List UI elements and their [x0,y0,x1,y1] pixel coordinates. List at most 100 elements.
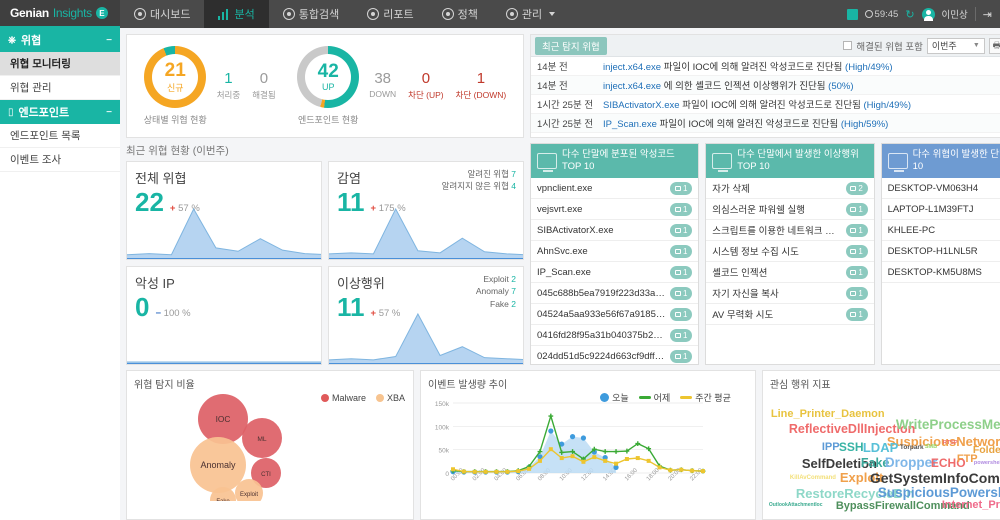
data-point[interactable] [483,469,488,474]
word-cloud-term[interactable]: Torpark [900,444,924,452]
word-cloud-term[interactable]: Internet_Printing_Protocol [942,500,1000,511]
nav-item-dashboard[interactable]: 대시보드 [120,0,204,28]
data-point[interactable] [668,468,673,473]
data-point[interactable] [679,467,684,472]
sidebar-item-threat-management[interactable]: 위협 관리 [0,76,120,100]
nav-item-admin[interactable]: 관리 [492,0,569,28]
list-item[interactable]: 시스템 정보 수집 시도 1 [706,241,874,262]
list-item[interactable]: AV 무력화 시도 1 [706,304,874,325]
collapse-icon[interactable]: − [106,107,112,118]
data-point[interactable] [548,447,553,452]
word-cloud-term[interactable]: SMB [925,444,937,451]
data-point[interactable] [527,466,532,471]
sidebar-item-event-investigation[interactable]: 이벤트 조사 [0,148,120,172]
word-cloud-term[interactable]: KillAvCommand [790,475,836,481]
app-logo[interactable]: Genian Insights E [0,0,120,28]
endpoint-status-donut[interactable]: 42 UP 엔드포인트 현황 [297,46,360,126]
data-point[interactable] [505,469,510,474]
table-row[interactable]: 14분 전 inject.x64.exe 에 의한 셸코드 인젝션 이상행위가 진… [531,76,1000,95]
sidebar-item-threat-monitoring[interactable]: 위협 모니터링 [0,52,120,76]
list-item[interactable]: vpnclient.exe 1 [531,178,699,199]
data-point[interactable] [657,465,662,470]
stat-down[interactable]: 38 DOWN [369,71,396,99]
table-row[interactable]: 15시간 54분 전tsojan.trickbot.exe 파일이 CTI에 의… [531,133,1000,137]
logout-icon[interactable]: ⇥ [983,8,992,21]
sidebar-item-endpoint-list[interactable]: 엔드포인트 목록 [0,124,120,148]
data-point[interactable] [570,454,575,459]
table-row[interactable]: 1시간 25분 전 IP_Scan.exe 파일이 IOC에 의해 알려진 악성코… [531,114,1000,133]
nav-item-analysis[interactable]: 분석 [204,0,269,28]
word-cloud-term[interactable]: SuspiciousPowershellCommand [878,486,1000,500]
tab-recent-threats[interactable]: 최근 탐지 위협 [535,36,607,55]
list-item[interactable]: 04524a5aa933e56f67a9185d82f616... 1 [531,304,699,325]
data-point[interactable] [548,428,554,434]
include-resolved-checkbox[interactable] [843,41,853,50]
list-item[interactable]: SIBActivatorX.exe 1 [531,220,699,241]
stat-in-progress[interactable]: 1 처리중 [217,71,240,101]
bubble-chart[interactable]: IOC ML CTI Anomaly Exploit Fake [131,389,405,501]
list-item[interactable]: LAPTOP-L1M39FTJ 8 [881,199,1000,220]
data-point[interactable] [461,469,466,474]
sidebar-group-endpoint[interactable]: ▯ 엔드포인트 − [0,100,120,124]
nav-item-policy[interactable]: 정책 [428,0,492,28]
list-item[interactable]: AhnSvc.exe 1 [531,241,699,262]
word-cloud-term[interactable]: powershell [974,460,1000,467]
stat-blocked-down[interactable]: 1 차단 (DOWN) [456,71,507,101]
data-point[interactable] [548,413,554,419]
list-item[interactable]: 0416fd28f95a31b040375b2e8f3065... 1 [531,325,699,346]
word-cloud-term[interactable]: Line_Printer_Daemon [771,409,885,420]
list-item[interactable]: 024dd51d5c9224d663cf9dff8a8e37... 1 [531,346,698,364]
list-item[interactable]: 스크립트를 이용한 네트워크 접속 1 [706,220,874,241]
data-point[interactable] [494,469,499,474]
data-point[interactable] [701,469,705,474]
print-icon[interactable]: 🖶 [988,37,1000,54]
word-cloud-term[interactable]: RTSP [943,440,958,447]
nav-item-search[interactable]: 통합검색 [269,0,353,28]
nav-item-report[interactable]: 리포트 [353,0,427,28]
data-point[interactable] [516,469,521,474]
word-cloud-term[interactable]: IPP [822,442,840,453]
list-item[interactable]: DESKTOP-H1LNL5R 3 [881,241,1000,262]
data-point[interactable] [690,468,695,473]
list-item[interactable]: 자기 자신을 복사 1 [706,283,874,304]
avatar[interactable] [921,7,935,21]
list-item[interactable]: DESKTOP-KM5U8MS 1 [881,262,1000,283]
word-cloud-term[interactable]: WriteProcessMemory [896,418,1000,432]
data-point[interactable] [646,458,651,463]
collapse-icon[interactable]: − [106,35,112,46]
refresh-icon[interactable]: ↻ [905,8,914,21]
table-row[interactable]: 1시간 25분 전 SIBActivatorX.exe 파일이 IOC에 의해 알… [531,95,1000,114]
data-point[interactable] [537,458,542,463]
anomaly-card[interactable]: 이상행위 11 + 57 % Exploit 2 Anomaly 7 Fake 2 [328,266,524,365]
data-point[interactable] [451,467,455,472]
period-select[interactable]: 이번주 ▼ [926,37,985,54]
data-point[interactable] [635,456,640,461]
table-row[interactable]: 14분 전 inject.x64.exe 파일이 IOC에 의해 알려진 악성코드… [531,57,1000,76]
data-point[interactable] [569,434,576,440]
list-item[interactable]: 045c688b5ea7919f223d33a56e16e4... 1 [531,283,699,304]
data-point[interactable] [559,456,564,461]
data-point[interactable] [592,455,597,460]
word-cloud-term[interactable]: GetSystemInfoCommand [870,471,1000,485]
word-cloud-term[interactable]: OutlookAttachmentIoc [769,503,823,508]
list-item[interactable]: 셸코드 인젝션 1 [706,262,874,283]
stat-blocked-up[interactable]: 0 차단 (UP) [408,71,443,101]
list-item[interactable]: 의심스러운 파워쉘 실행 1 [706,199,874,220]
list-item[interactable]: vejsvrt.exe 1 [531,199,699,220]
word-cloud-term[interactable]: SSH [839,441,864,453]
malicious-ip-card[interactable]: 악성 IP 0 − 100 % [126,266,322,365]
line-chart[interactable]: 0 50k 100k 150k00:00 02:00 04:00 06:00 08:00… [425,387,711,503]
data-point[interactable] [580,435,587,441]
data-point[interactable] [581,459,586,464]
list-item[interactable]: DESKTOP-VM063H4 18 [881,178,1000,199]
data-point[interactable] [624,457,629,461]
list-item[interactable]: KHLEE-PC 3 [881,220,1000,241]
list-item[interactable]: 자가 삭제 2 [706,178,874,199]
threat-status-donut[interactable]: 21 신규 상태별 위협 현황 [144,46,207,126]
word-cloud-term[interactable]: LDAP [863,441,898,454]
total-threat-card[interactable]: 전체 위협 22 + 57 % [126,161,322,260]
sidebar-group-threat[interactable]: ⎈ 위협 − [0,28,120,52]
stat-resolved[interactable]: 0 해결됨 [252,71,275,101]
list-item[interactable]: IP_Scan.exe 1 [531,262,699,283]
data-point[interactable] [614,461,619,466]
